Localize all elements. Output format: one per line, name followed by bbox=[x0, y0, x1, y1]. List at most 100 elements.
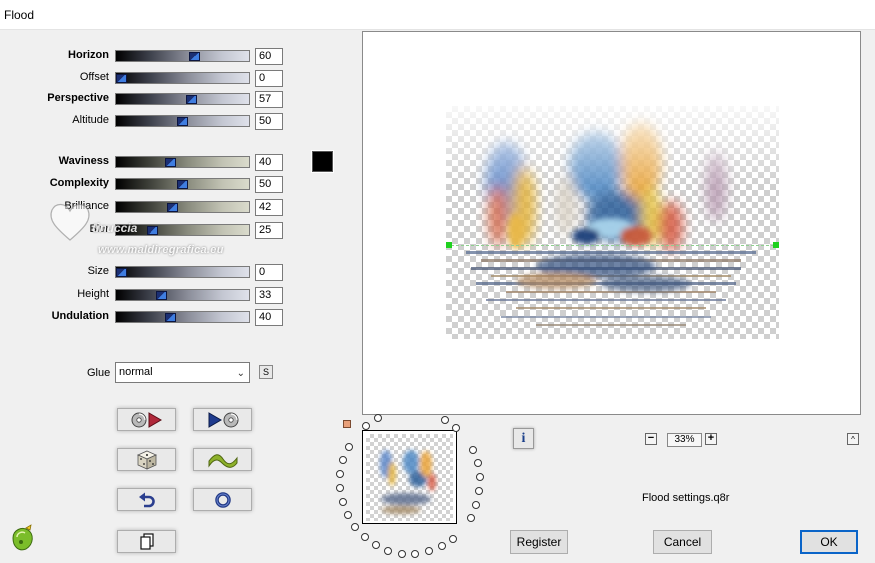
slider-row-offset: Offset 0 bbox=[0, 70, 290, 87]
complexity-slider[interactable] bbox=[115, 178, 250, 190]
glue-select-value: normal bbox=[119, 366, 153, 378]
preview-canvas[interactable] bbox=[446, 106, 779, 339]
offset-slider-thumb[interactable] bbox=[116, 74, 127, 83]
blur-value-field[interactable]: 25 bbox=[255, 222, 283, 239]
dial-dot[interactable] bbox=[397, 549, 406, 558]
register-button[interactable]: Register bbox=[510, 530, 568, 554]
horizon-handle-left[interactable] bbox=[446, 242, 452, 248]
slider-row-waviness: Waviness 40 bbox=[0, 154, 290, 171]
complexity-slider-thumb[interactable] bbox=[177, 180, 188, 189]
undulation-slider-thumb[interactable] bbox=[165, 313, 176, 322]
undo-button[interactable] bbox=[117, 488, 176, 511]
dial-dot[interactable] bbox=[344, 443, 353, 452]
dial-dot[interactable] bbox=[441, 415, 449, 424]
perspective-slider[interactable] bbox=[115, 93, 250, 105]
settings-file-name: Flood settings.q8r bbox=[642, 492, 730, 504]
dial-dot[interactable] bbox=[371, 540, 380, 549]
dial-dot[interactable] bbox=[466, 513, 475, 522]
dial-dot[interactable] bbox=[351, 522, 360, 531]
load-preset-button[interactable] bbox=[117, 408, 176, 431]
save-preset-button[interactable] bbox=[193, 408, 252, 431]
glue-label: Glue bbox=[87, 367, 111, 379]
undulation-label: Undulation bbox=[51, 310, 109, 322]
altitude-value-field[interactable]: 50 bbox=[255, 113, 283, 130]
dial-dot[interactable] bbox=[452, 423, 461, 432]
dial-dot[interactable] bbox=[373, 414, 382, 423]
offset-value-field[interactable]: 0 bbox=[255, 70, 283, 87]
waviness-slider[interactable] bbox=[115, 156, 250, 168]
blur-slider[interactable] bbox=[115, 224, 250, 236]
navigator-thumbnail[interactable] bbox=[362, 430, 457, 524]
blur-slider-thumb[interactable] bbox=[147, 226, 158, 235]
play-disc-icon bbox=[208, 411, 238, 428]
height-slider[interactable] bbox=[115, 289, 250, 301]
complexity-value-field[interactable]: 50 bbox=[255, 176, 283, 193]
dial-dot[interactable] bbox=[475, 487, 484, 495]
randomize-button[interactable] bbox=[117, 448, 176, 471]
dial-dot[interactable] bbox=[360, 532, 369, 541]
height-slider-thumb[interactable] bbox=[156, 291, 167, 300]
slider-row-horizon: Horizon 60 bbox=[0, 48, 290, 65]
reset-button[interactable] bbox=[193, 488, 252, 511]
slider-row-complexity: Complexity 50 bbox=[0, 176, 290, 193]
color-swatch[interactable] bbox=[311, 150, 334, 173]
brilliance-value-field[interactable]: 42 bbox=[255, 199, 283, 216]
dice-icon bbox=[136, 450, 157, 470]
brilliance-slider-thumb[interactable] bbox=[167, 203, 178, 212]
dial-dot[interactable] bbox=[475, 473, 484, 481]
brilliance-label: Brilliance bbox=[64, 200, 109, 212]
dial-dot[interactable] bbox=[339, 456, 348, 465]
cancel-button[interactable]: Cancel bbox=[653, 530, 712, 554]
slider-row-altitude: Altitude 50 bbox=[0, 113, 290, 130]
window-title: Flood bbox=[4, 8, 35, 22]
dial-dot[interactable] bbox=[343, 510, 352, 519]
horizon-slider-thumb[interactable] bbox=[189, 52, 200, 61]
offset-slider[interactable] bbox=[115, 72, 250, 84]
waviness-value-field[interactable]: 40 bbox=[255, 154, 283, 171]
dial-dot[interactable] bbox=[468, 446, 477, 454]
glue-s-button[interactable]: S bbox=[259, 365, 273, 379]
perspective-value-field[interactable]: 57 bbox=[255, 91, 283, 108]
collapse-button[interactable]: ^ bbox=[847, 433, 859, 445]
dial-dot[interactable] bbox=[473, 459, 482, 468]
size-slider-thumb[interactable] bbox=[116, 268, 127, 277]
zoom-in-button[interactable]: + bbox=[705, 433, 717, 445]
title-bar: Flood bbox=[0, 0, 875, 30]
offset-label: Offset bbox=[79, 71, 109, 83]
horizon-value-field[interactable]: 60 bbox=[255, 48, 283, 65]
size-slider[interactable] bbox=[115, 266, 250, 278]
preview-image bbox=[446, 106, 779, 339]
disc-play-icon bbox=[131, 411, 162, 428]
navigator-image bbox=[380, 450, 436, 514]
horizon-slider[interactable] bbox=[115, 50, 250, 62]
waviness-slider-thumb[interactable] bbox=[165, 158, 176, 167]
preview-panel[interactable] bbox=[362, 31, 861, 415]
dial-dot[interactable] bbox=[472, 500, 481, 509]
zoom-out-button[interactable]: − bbox=[645, 433, 657, 445]
dial-dot[interactable] bbox=[384, 546, 393, 555]
dial-dot[interactable] bbox=[336, 470, 345, 478]
copy-button[interactable] bbox=[117, 530, 176, 553]
dial-dot[interactable] bbox=[411, 549, 420, 558]
height-value-field[interactable]: 33 bbox=[255, 287, 283, 304]
dial-dot[interactable] bbox=[424, 547, 433, 556]
dial-dot[interactable] bbox=[449, 534, 458, 543]
zoom-level: 33% bbox=[667, 433, 702, 447]
glue-select[interactable]: normal ⌄ bbox=[115, 362, 250, 383]
undulation-value-field[interactable]: 40 bbox=[255, 309, 283, 326]
dial-dot[interactable] bbox=[362, 421, 371, 430]
wave-button[interactable] bbox=[193, 448, 252, 471]
altitude-slider[interactable] bbox=[115, 115, 250, 127]
ok-button[interactable]: OK bbox=[800, 530, 858, 554]
altitude-slider-thumb[interactable] bbox=[177, 117, 188, 126]
horizon-handle-right[interactable] bbox=[773, 242, 779, 248]
brilliance-slider[interactable] bbox=[115, 201, 250, 213]
dial-dot[interactable] bbox=[437, 542, 446, 551]
perspective-slider-thumb[interactable] bbox=[186, 95, 197, 104]
dial-dot[interactable] bbox=[338, 497, 347, 506]
dial-dot[interactable] bbox=[336, 484, 345, 492]
navigator-corner-handle[interactable] bbox=[343, 420, 351, 428]
size-value-field[interactable]: 0 bbox=[255, 264, 283, 281]
info-button[interactable]: i bbox=[513, 428, 534, 449]
undulation-slider[interactable] bbox=[115, 311, 250, 323]
